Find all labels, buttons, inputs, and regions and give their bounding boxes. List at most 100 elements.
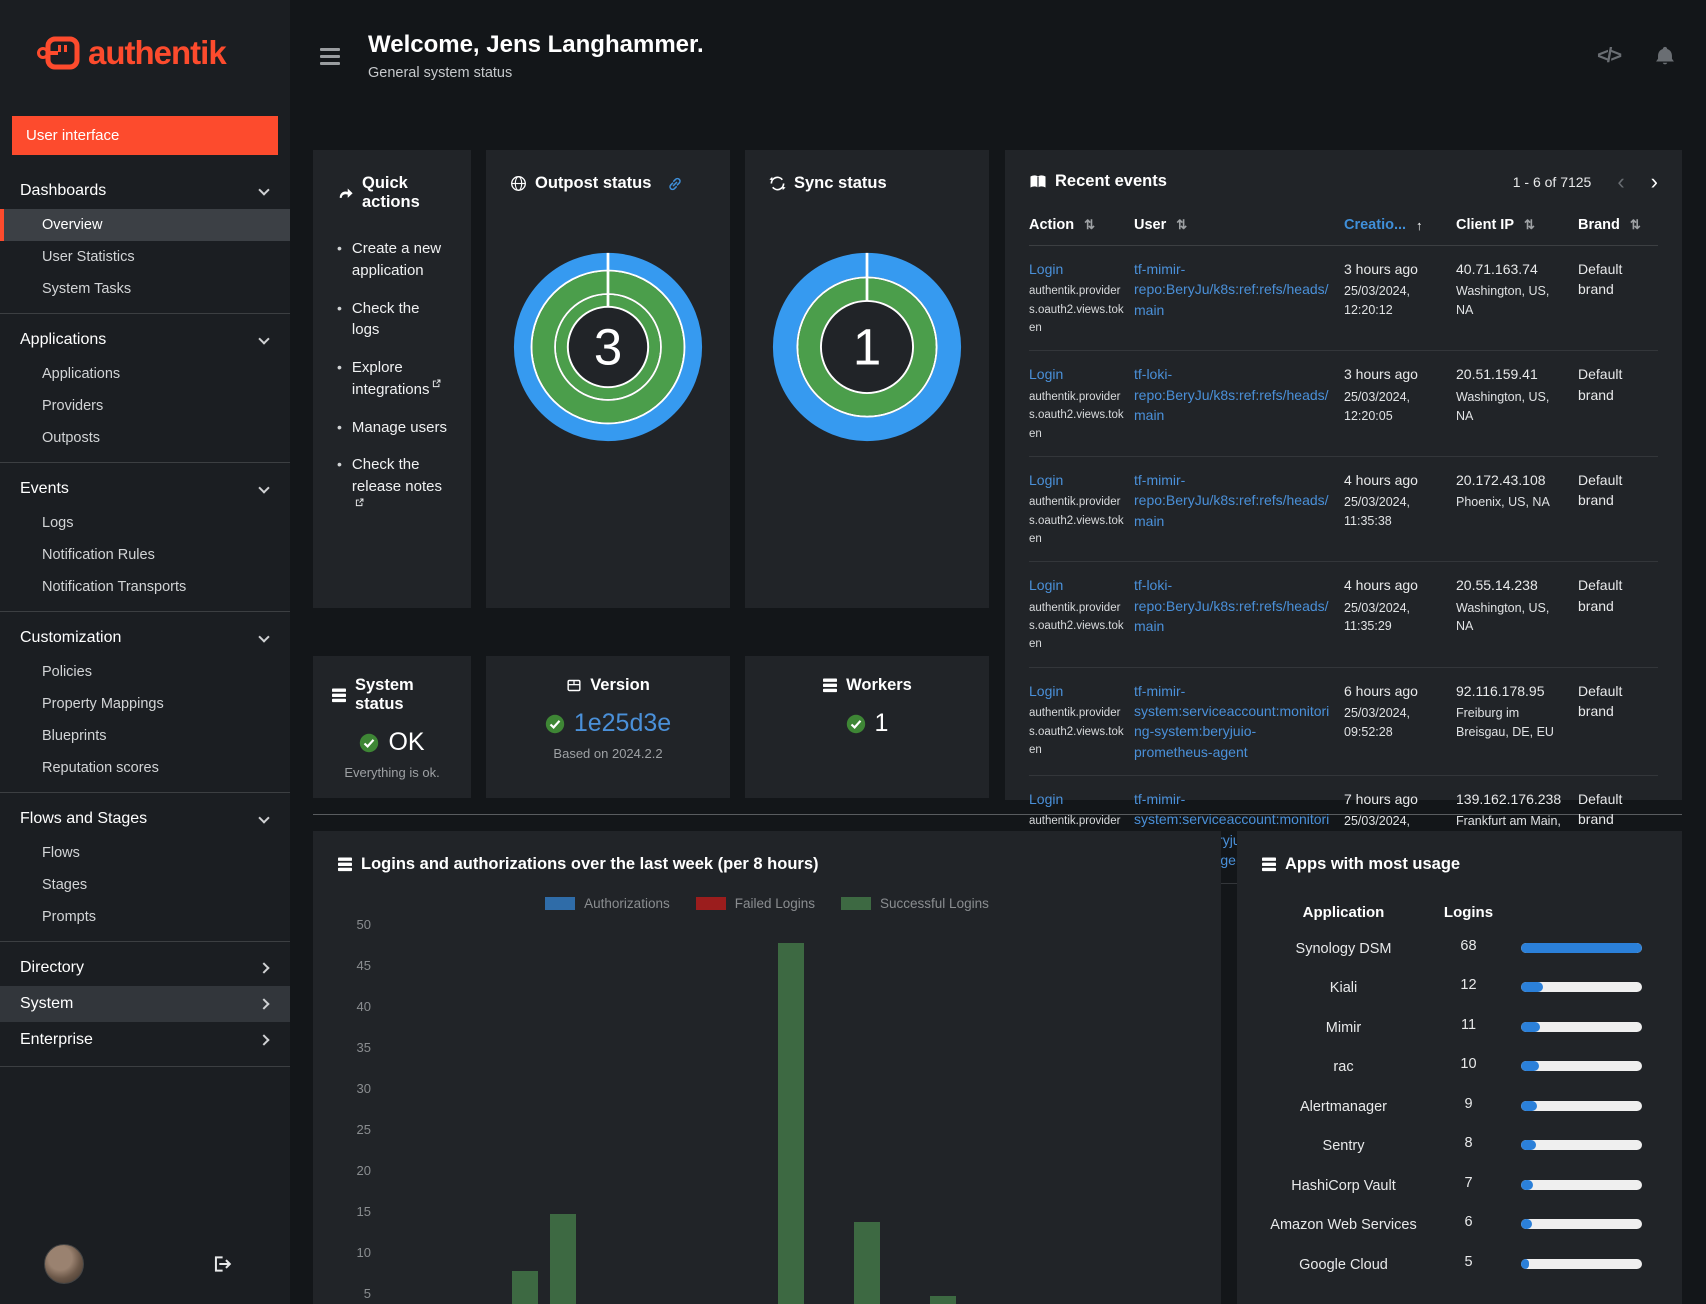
avatar[interactable]: [44, 1244, 84, 1284]
app-usage-bar: [1521, 1140, 1642, 1151]
sidebar-item-overview[interactable]: Overview: [0, 209, 290, 241]
event-action-link[interactable]: Login: [1029, 261, 1063, 277]
sidebar-item-notification-rules[interactable]: Notification Rules: [0, 539, 290, 571]
event-geo: Freiburg im Breisgau, DE, EU: [1456, 706, 1554, 739]
server-icon: [823, 678, 838, 693]
event-user-link[interactable]: tf-mimir-system:serviceaccount:monitorin…: [1134, 683, 1329, 760]
sidebar-item-policies[interactable]: Policies: [0, 656, 290, 688]
brand-name: authentik: [88, 34, 227, 71]
events-column-client-ip[interactable]: Client IP ⇅: [1456, 217, 1578, 233]
sidebar-item-user-statistics[interactable]: User Statistics: [0, 241, 290, 273]
sidebar-group-directory[interactable]: Directory: [0, 950, 290, 986]
sidebar-item-prompts[interactable]: Prompts: [0, 901, 290, 933]
events-column-user[interactable]: User ⇅: [1134, 217, 1344, 233]
event-user-link[interactable]: tf-mimir-repo:BeryJu/k8s:ref:refs/heads/…: [1134, 472, 1329, 529]
sidebar-item-providers[interactable]: Providers: [0, 390, 290, 422]
event-brand: Default brand: [1578, 471, 1623, 509]
sidebar-group-label: Directory: [20, 959, 85, 976]
api-code-icon[interactable]: </>: [1597, 45, 1622, 68]
dashboard-content: Quick actions Create a new application Ch…: [290, 112, 1706, 1304]
sidebar-group-applications[interactable]: Applications: [0, 322, 290, 358]
outpost-link-icon[interactable]: [667, 176, 683, 192]
sidebar-divider: [0, 462, 290, 463]
event-action-app: authentik.providers.oauth2.views.token: [1029, 707, 1124, 756]
y-axis-tick: 35: [356, 1040, 371, 1055]
workers-card: Workers 1: [745, 656, 989, 798]
sidebar-group-label: Customization: [20, 629, 122, 646]
legend-label: Successful Logins: [880, 896, 989, 911]
sidebar-group-customization[interactable]: Customization: [0, 620, 290, 656]
sidebar-group-label: Flows and Stages: [20, 810, 148, 827]
workers-value: 1: [874, 709, 889, 737]
legend-item-successful-logins: Successful Logins: [841, 896, 989, 911]
chart-bar-successful-logins: [512, 1271, 538, 1304]
apps-usage-table: Application Logins Synology DSM 68 Kiali 12…: [1261, 904, 1658, 1276]
external-link-icon: [433, 379, 441, 387]
sidebar-group-enterprise[interactable]: Enterprise: [0, 1022, 290, 1058]
authentik-logo: authentik: [0, 0, 290, 102]
event-action-link[interactable]: Login: [1029, 472, 1063, 488]
chart-bar-successful-logins: [854, 1222, 880, 1304]
event-geo: Washington, US, NA: [1456, 389, 1550, 423]
sync-status-title: Sync status: [794, 174, 887, 192]
quick-action-check-the-release-notes[interactable]: Check the release notes: [352, 454, 447, 519]
sidebar-item-reputation-scores[interactable]: Reputation scores: [0, 752, 290, 784]
legend-item-authorizations: Authorizations: [545, 896, 670, 911]
version-link[interactable]: 1e25d3e: [574, 709, 671, 738]
chart-bar-successful-logins: [930, 1295, 956, 1304]
sidebar-group-flows-and-stages[interactable]: Flows and Stages: [0, 801, 290, 837]
app-usage-bar: [1521, 1100, 1642, 1111]
sidebar-item-system-tasks[interactable]: System Tasks: [0, 273, 290, 305]
sidebar-item-stages[interactable]: Stages: [0, 869, 290, 901]
quick-action-item: Explore integrations: [337, 357, 447, 401]
sidebar-group-system[interactable]: System: [0, 986, 290, 1022]
hamburger-menu-icon[interactable]: [314, 42, 346, 71]
event-client-ip: 40.71.163.74: [1456, 261, 1538, 277]
event-action-link[interactable]: Login: [1029, 791, 1063, 807]
event-action-link[interactable]: Login: [1029, 683, 1063, 699]
quick-action-check-the-logs[interactable]: Check the logs: [352, 298, 447, 342]
notifications-bell-icon[interactable]: [1654, 45, 1676, 67]
logout-icon[interactable]: [211, 1254, 232, 1274]
quick-action-create-a-new-application[interactable]: Create a new application: [352, 238, 447, 282]
event-user-link[interactable]: tf-mimir-repo:BeryJu/k8s:ref:refs/heads/…: [1134, 261, 1329, 318]
user-interface-button[interactable]: User interface: [12, 116, 278, 155]
sort-both-icon: ⇅: [1629, 217, 1641, 232]
events-column-creatio[interactable]: Creatio... ↑: [1344, 217, 1456, 233]
sidebar-item-applications[interactable]: Applications: [0, 358, 290, 390]
sidebar-group-dashboards[interactable]: Dashboards: [0, 173, 290, 209]
y-axis-tick: 50: [356, 917, 371, 932]
events-table-body: Login authentik.providers.oauth2.views.to…: [1029, 246, 1658, 885]
event-geo: Phoenix, US, NA: [1456, 495, 1550, 510]
events-column-brand[interactable]: Brand ⇅: [1578, 217, 1658, 233]
sidebar-group-events[interactable]: Events: [0, 471, 290, 507]
sidebar-divider: [0, 1066, 290, 1067]
app-usage-bar: [1521, 982, 1642, 993]
event-geo: Washington, US, NA: [1456, 600, 1550, 634]
external-link-icon: [355, 498, 364, 506]
app-name: Alertmanager: [1299, 1098, 1388, 1115]
event-time-relative: 3 hours ago: [1344, 366, 1418, 383]
sidebar-item-blueprints[interactable]: Blueprints: [0, 720, 290, 752]
sidebar-item-outposts[interactable]: Outposts: [0, 422, 290, 454]
sidebar-item-flows[interactable]: Flows: [0, 837, 290, 869]
apps-usage-row: rac 10: [1261, 1056, 1658, 1078]
event-row: Login authentik.providers.oauth2.views.to…: [1029, 457, 1658, 563]
quick-action-manage-users[interactable]: Manage users: [352, 417, 447, 439]
sidebar-item-notification-transports[interactable]: Notification Transports: [0, 571, 290, 603]
app-logins: 11: [1460, 1016, 1477, 1033]
event-action-link[interactable]: Login: [1029, 577, 1063, 593]
pagination-next-icon[interactable]: ›: [1651, 170, 1658, 192]
event-row: Login authentik.providers.oauth2.views.to…: [1029, 246, 1658, 352]
sidebar-item-property-mappings[interactable]: Property Mappings: [0, 688, 290, 720]
outpost-sphere-icon: [511, 176, 526, 191]
sidebar-item-logs[interactable]: Logs: [0, 507, 290, 539]
app-name: rac: [1333, 1059, 1354, 1076]
quick-action-explore-integrations[interactable]: Explore integrations: [352, 357, 447, 401]
pagination-prev-icon[interactable]: ‹: [1617, 170, 1624, 192]
y-axis-tick: 45: [356, 958, 371, 973]
event-user-link[interactable]: tf-loki-repo:BeryJu/k8s:ref:refs/heads/m…: [1134, 366, 1329, 423]
event-user-link[interactable]: tf-loki-repo:BeryJu/k8s:ref:refs/heads/m…: [1134, 577, 1329, 634]
event-action-link[interactable]: Login: [1029, 366, 1063, 382]
events-column-action[interactable]: Action ⇅: [1029, 217, 1134, 233]
